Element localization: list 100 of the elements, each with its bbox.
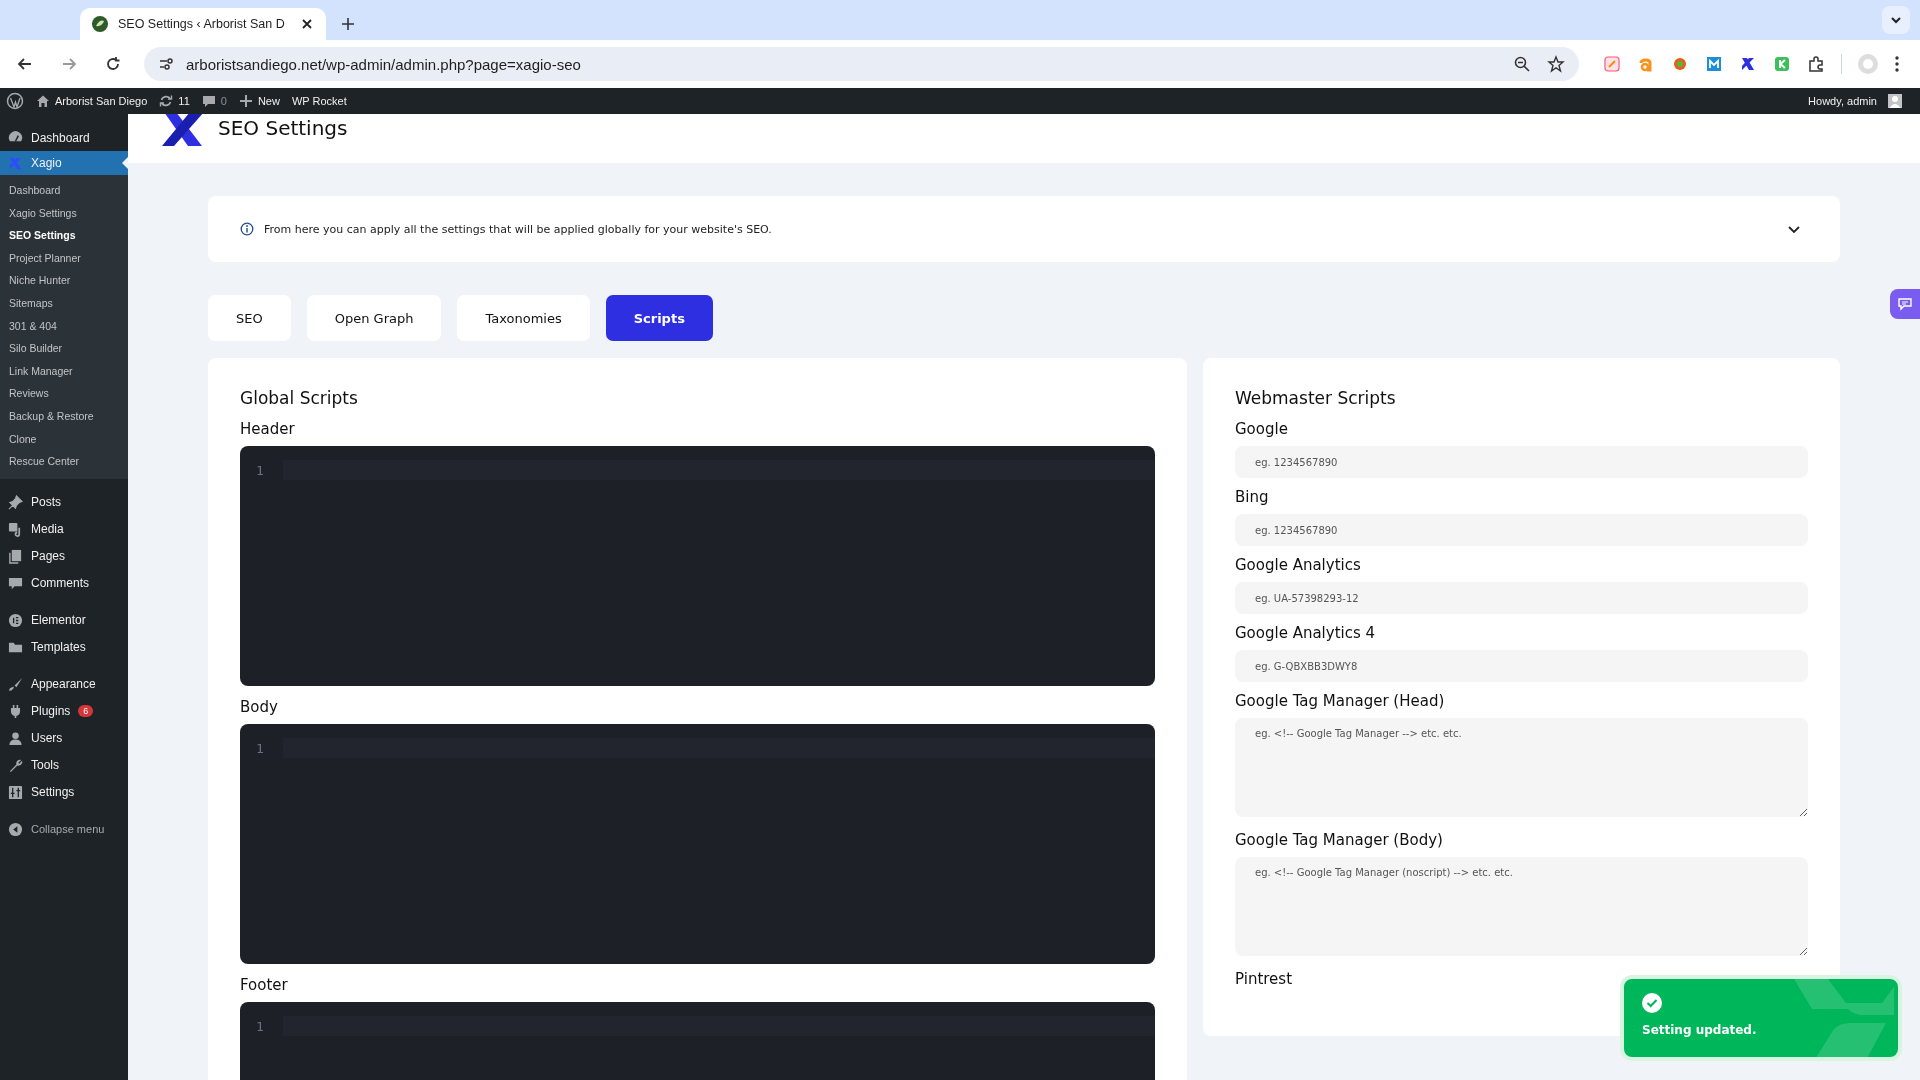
wordpress-logo-icon[interactable]: [6, 92, 24, 110]
menu-item[interactable]: Tools: [0, 751, 128, 779]
input-field[interactable]: eg. 1234567890: [1235, 446, 1808, 478]
plus-icon: [238, 94, 253, 108]
x-logo-icon[interactable]: [1739, 55, 1757, 73]
menu-item[interactable]: Plugins 6: [0, 697, 128, 725]
person-icon: [8, 730, 23, 746]
page-title: SEO Settings: [218, 116, 348, 140]
text-area[interactable]: eg. <!-- Google Tag Manager --> etc. etc.: [1235, 718, 1808, 817]
square-extension-icon[interactable]: [1603, 55, 1621, 73]
field-label: Bing: [1235, 488, 1270, 506]
chevron-down-icon: [1890, 14, 1902, 26]
wrench-icon: [8, 757, 23, 773]
sliders-icon: [8, 784, 23, 800]
text-area[interactable]: eg. <!-- Google Tag Manager (noscript) --> etc. etc.: [1235, 857, 1808, 956]
plugin-link[interactable]: WP Rocket: [291, 95, 347, 107]
submenu-item[interactable]: Rescue Center: [0, 450, 128, 473]
menu-item[interactable]: Pages: [0, 542, 128, 570]
close-icon[interactable]: [300, 17, 314, 31]
pages-icon: [8, 548, 23, 564]
collapse-menu-button[interactable]: Collapse menu: [0, 815, 128, 843]
input-field[interactable]: eg. G-QBXBB3DWY8: [1235, 650, 1808, 682]
field-label: Header: [240, 420, 296, 438]
submenu-item[interactable]: 301 & 404: [0, 314, 128, 338]
notice-text: From here you can apply all the settings that will be applied globally for your website's SEO.: [264, 222, 772, 236]
submenu-item[interactable]: Reviews: [0, 382, 128, 405]
badge-extension-icon[interactable]: [1671, 55, 1689, 73]
home-icon: [36, 94, 50, 108]
submenu-item[interactable]: Backup & Restore: [0, 404, 128, 428]
menu-item[interactable]: Users: [0, 724, 128, 752]
toast-message: Setting updated.: [1642, 1023, 1758, 1037]
submenu-item[interactable]: Clone: [0, 427, 128, 451]
tile-extension-icon[interactable]: [1773, 55, 1791, 73]
star-icon[interactable]: [1547, 55, 1565, 73]
tab[interactable]: SEO: [208, 295, 291, 341]
comments-link[interactable]: 0: [201, 94, 227, 108]
submenu-item[interactable]: Dashboard: [0, 179, 128, 202]
submenu-item[interactable]: Niche Hunter: [0, 269, 128, 292]
new-tab-icon[interactable]: [340, 16, 356, 32]
browser-tab[interactable]: SEO Settings ‹ Arborist San D: [80, 8, 326, 40]
menu-item[interactable]: Elementor: [0, 606, 128, 634]
plug-icon: [8, 703, 23, 719]
puzzle-icon[interactable]: [1807, 55, 1825, 73]
submenu-item[interactable]: Project Planner: [0, 246, 128, 270]
field-label: Google Tag Manager (Head): [1235, 692, 1446, 710]
speech-bubble-icon: [8, 575, 23, 591]
updates-link[interactable]: 11: [159, 94, 190, 108]
tab[interactable]: Taxonomies: [457, 295, 590, 341]
speech-bubble-icon: [1897, 297, 1913, 311]
pin-icon: [8, 494, 23, 510]
input-field[interactable]: eg. 1234567890: [1235, 514, 1808, 546]
media-icon: [8, 521, 23, 537]
leaf-icon: [92, 16, 108, 32]
more-menu-icon[interactable]: [1894, 55, 1900, 73]
field-label: Google Tag Manager (Body): [1235, 831, 1444, 849]
menu-item[interactable]: Posts: [0, 488, 128, 516]
field-label: Google Analytics: [1235, 556, 1362, 574]
tab[interactable]: Open Graph: [306, 295, 442, 341]
avatar-icon: [1888, 94, 1902, 108]
menu-item[interactable]: Media: [0, 515, 128, 543]
menu-item[interactable]: Appearance: [0, 670, 128, 698]
field-label: Google: [1235, 420, 1289, 438]
new-link[interactable]: New: [238, 94, 280, 108]
submenu-item[interactable]: Sitemaps: [0, 291, 128, 315]
menu-item[interactable]: Xagio: [0, 151, 128, 175]
section-title: Webmaster Scripts: [1235, 388, 1397, 408]
line-number: 1: [255, 1018, 265, 1034]
field-label: Body: [240, 698, 279, 716]
site-settings-icon[interactable]: [158, 56, 174, 72]
field-label: Footer: [240, 976, 289, 994]
circle-icon: [8, 612, 23, 628]
refresh-icon: [159, 94, 174, 108]
menu-item[interactable]: Comments: [0, 569, 128, 597]
account-link[interactable]: Howdy, admin: [1808, 94, 1902, 108]
line-number: 1: [255, 462, 265, 478]
input-field[interactable]: eg. UA-57398293-12: [1235, 582, 1808, 614]
check-circle-icon: [1642, 993, 1662, 1013]
menu-item[interactable]: Dashboard: [0, 124, 128, 151]
zoom-icon[interactable]: [1513, 55, 1531, 73]
field-label: Google Analytics 4: [1235, 624, 1377, 642]
tab-list-button[interactable]: [1882, 6, 1910, 34]
submenu-item[interactable]: Link Manager: [0, 359, 128, 383]
address-bar[interactable]: arboristsandiego.net/wp-admin/admin.php?page=xagio-seo: [144, 47, 1579, 81]
submenu-item[interactable]: Xagio Settings: [0, 201, 128, 225]
submenu-item[interactable]: Silo Builder: [0, 337, 128, 360]
site-link[interactable]: Arborist San Diego: [36, 94, 148, 108]
collapse-icon: [8, 821, 23, 837]
tile-extension-icon[interactable]: [1705, 55, 1723, 73]
x-logo-icon: [8, 155, 23, 171]
url-text: arboristsandiego.net/wp-admin/admin.php?page=xagio-seo: [186, 55, 581, 73]
tab[interactable]: Scripts: [605, 295, 713, 341]
count-badge: 6: [78, 705, 94, 718]
submenu-item[interactable]: SEO Settings: [0, 224, 128, 247]
menu-item[interactable]: Settings: [0, 778, 128, 806]
tab-title: SEO Settings ‹ Arborist San D: [118, 17, 286, 31]
chat-button[interactable]: [1890, 289, 1920, 319]
menu-item[interactable]: Templates: [0, 633, 128, 661]
section-title: Global Scripts: [240, 388, 359, 408]
info-icon: [240, 222, 254, 236]
reload-icon[interactable]: [104, 55, 122, 73]
